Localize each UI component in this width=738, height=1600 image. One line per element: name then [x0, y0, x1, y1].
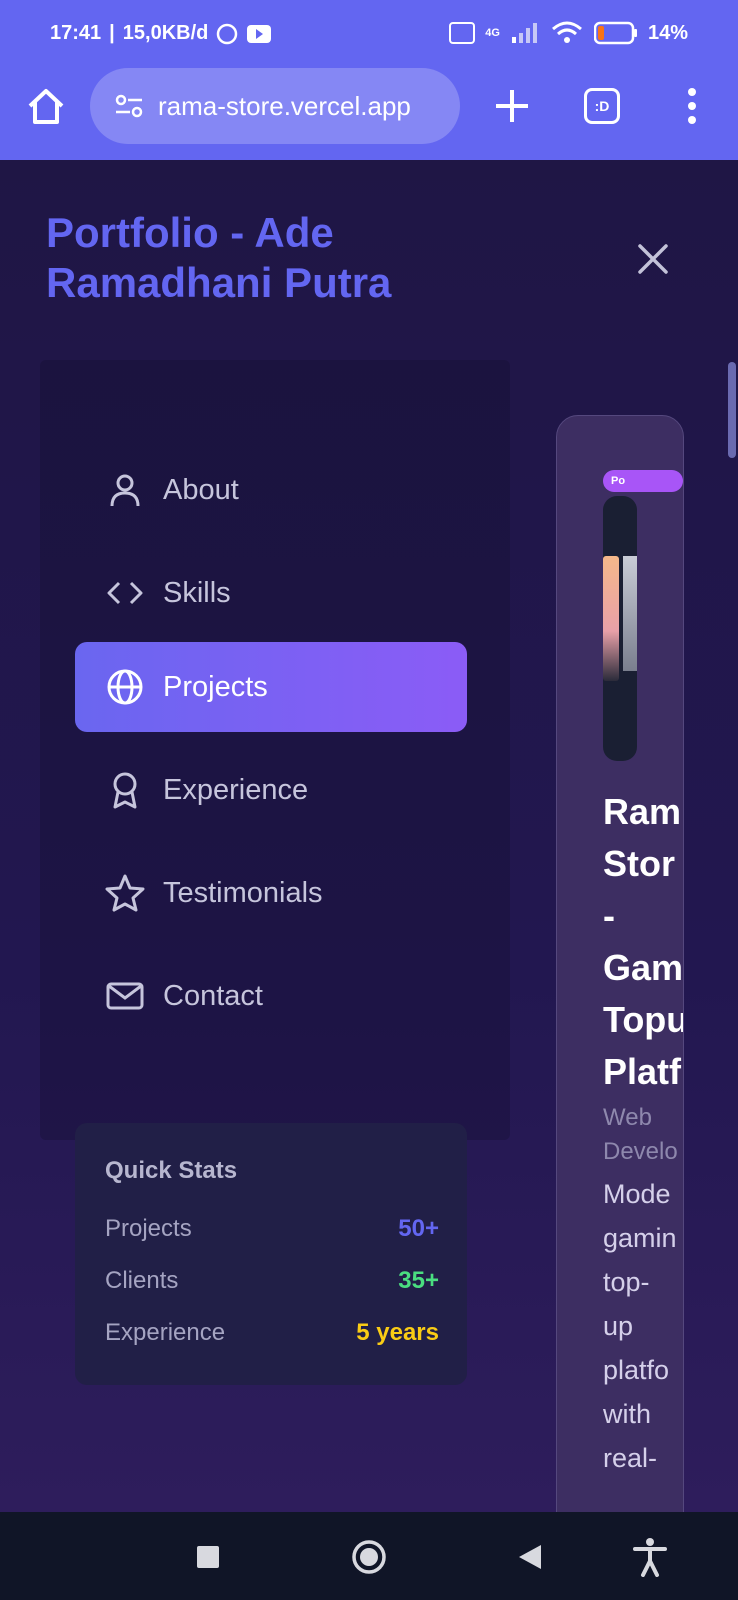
site-settings-icon[interactable] [114, 93, 144, 119]
accessibility-icon [633, 1538, 667, 1577]
status-bar: 17:41 | 15,0KB/d 4G 14% [50, 21, 688, 45]
nav-label: Experience [163, 773, 309, 806]
nav-item-experience[interactable]: Experience [75, 745, 467, 835]
wifi-icon [551, 21, 582, 43]
stat-row: Projects 50+ [105, 1215, 439, 1243]
nav-label: Contact [163, 979, 263, 1012]
nav-item-projects[interactable]: Projects [75, 642, 467, 732]
browser-chrome: 17:41 | 15,0KB/d 4G 14% rama-store.verce… [0, 0, 738, 160]
system-nav-bar [0, 1512, 738, 1600]
page-content: Portfolio - Ade Ramadhani Putra About Sk… [0, 160, 738, 1512]
youtube-icon [247, 24, 272, 43]
nav-label: Projects [163, 670, 268, 703]
nav-label: Skills [163, 576, 231, 609]
battery-icon [593, 21, 637, 45]
accessibility-button[interactable] [625, 1532, 675, 1582]
stat-value: 5 years [356, 1319, 439, 1346]
star-icon [105, 874, 145, 912]
more-menu-icon[interactable] [680, 86, 704, 126]
project-description: Mode gamin top- up platfo with real- [603, 1179, 677, 1473]
project-card[interactable]: Po Ram Stor - Gam Topu Platf Web Develo … [556, 415, 684, 1512]
url-text[interactable]: rama-store.vercel.app [158, 91, 411, 122]
nav-label: About [163, 473, 239, 506]
home-icon[interactable] [24, 84, 68, 128]
status-time: 17:41 [50, 22, 102, 44]
nav-item-skills[interactable]: Skills [75, 548, 467, 638]
award-icon [113, 772, 137, 809]
stat-label: Clients [105, 1267, 179, 1294]
project-thumbnail[interactable] [603, 496, 637, 761]
network-type: 4G [485, 27, 500, 39]
stat-row: Experience 5 years [105, 1319, 439, 1347]
scrollbar-thumb[interactable] [728, 362, 736, 458]
whatsapp-icon [217, 23, 238, 44]
recents-button[interactable] [183, 1532, 233, 1582]
quick-stats-card: Quick Stats Projects 50+ Clients 35+ Exp… [75, 1123, 467, 1385]
mail-icon [106, 982, 144, 1010]
home-nav-button[interactable] [344, 1532, 394, 1582]
stat-value: 35+ [398, 1267, 439, 1294]
project-category: Web Develo [603, 1104, 678, 1165]
square-icon [197, 1546, 219, 1568]
stat-row: Clients 35+ [105, 1267, 439, 1295]
stat-label: Projects [105, 1215, 192, 1242]
tab-switcher-button[interactable]: :D [584, 88, 620, 124]
url-bar[interactable]: rama-store.vercel.app [90, 68, 460, 144]
stat-label: Experience [105, 1319, 226, 1346]
address-bar-row: rama-store.vercel.app :D [0, 68, 738, 148]
code-icon [107, 581, 143, 605]
circle-icon [352, 1540, 386, 1574]
new-tab-icon[interactable] [490, 84, 534, 128]
nav-item-about[interactable]: About [75, 445, 467, 535]
quick-stats-title: Quick Stats [105, 1157, 238, 1184]
brand-title[interactable]: Portfolio - Ade Ramadhani Putra [46, 208, 486, 308]
globe-icon [107, 669, 143, 705]
nav-item-testimonials[interactable]: Testimonials [75, 848, 467, 938]
project-title: Ram Stor - Gam Topu Platf [603, 791, 684, 1092]
stat-value: 50+ [398, 1215, 439, 1242]
user-icon [110, 474, 140, 507]
signal-icon [511, 23, 537, 43]
back-triangle-icon [519, 1545, 541, 1569]
nav-label: Testimonials [163, 876, 323, 909]
project-badge: Po [603, 470, 683, 492]
volte-icon [449, 22, 476, 44]
battery-level: 14% [647, 21, 688, 44]
close-icon[interactable] [636, 242, 670, 276]
status-data-rate: 15,0KB/d [122, 22, 209, 44]
nav-item-contact[interactable]: Contact [75, 951, 467, 1041]
back-button[interactable] [505, 1532, 555, 1582]
